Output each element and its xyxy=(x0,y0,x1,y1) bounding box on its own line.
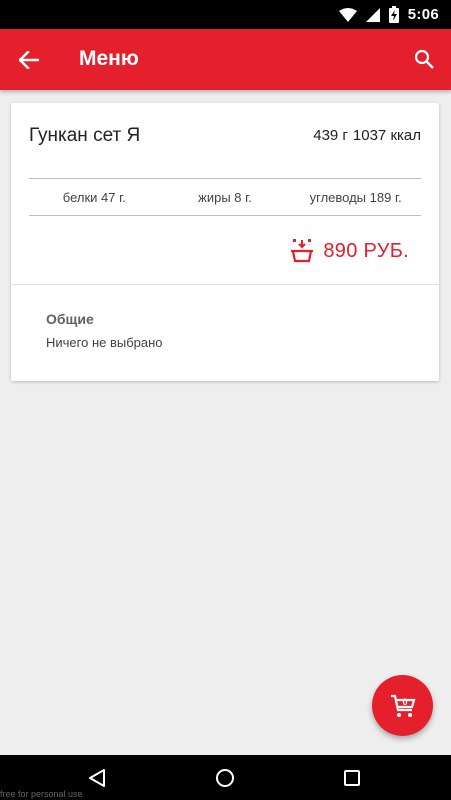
nav-back-button[interactable] xyxy=(86,767,108,789)
watermark: free for personal use xyxy=(0,789,83,799)
wifi-icon xyxy=(338,7,357,22)
home-circle-icon xyxy=(216,769,234,787)
cart-badge-count: 0 xyxy=(402,697,407,707)
nutrition-fats: жиры 8 г. xyxy=(198,189,252,205)
product-name: Гункан сет Я xyxy=(29,125,141,146)
nav-home-button[interactable] xyxy=(214,767,236,789)
product-calories: 1037 ккал xyxy=(352,127,421,144)
product-price: 890 РУБ. xyxy=(323,239,409,262)
section-divider xyxy=(11,284,439,285)
nutrition-row: белки 47 г. жиры 8 г. углеводы 189 г. xyxy=(29,179,421,215)
add-to-cart-button[interactable]: 890 РУБ. xyxy=(291,239,409,263)
back-button[interactable] xyxy=(16,47,42,73)
add-to-basket-icon xyxy=(291,239,314,263)
app-bar: Меню xyxy=(0,29,451,90)
cart-fab[interactable]: 0 xyxy=(372,675,433,736)
search-icon xyxy=(414,49,434,69)
recent-square-icon xyxy=(344,770,360,786)
battery-charging-icon xyxy=(388,6,399,23)
options-title: Общие xyxy=(46,311,94,327)
status-bar: 5:06 xyxy=(0,0,451,29)
arrow-left-icon xyxy=(19,51,39,69)
product-weight: 439 г xyxy=(313,127,348,144)
status-time: 5:06 xyxy=(407,6,439,23)
nutrition-proteins: белки 47 г. xyxy=(62,189,126,205)
page-title: Меню xyxy=(79,47,139,70)
signal-icon xyxy=(365,7,380,22)
product-card: Гункан сет Я 439 г 1037 ккал белки 47 г.… xyxy=(11,103,439,381)
divider xyxy=(29,215,421,216)
cart-icon: 0 xyxy=(390,694,415,717)
back-triangle-icon xyxy=(89,769,105,787)
nutrition-carbs: углеводы 189 г. xyxy=(309,189,402,205)
nav-recent-button[interactable] xyxy=(341,767,363,789)
options-value[interactable]: Ничего не выбрано xyxy=(46,335,163,350)
search-button[interactable] xyxy=(411,46,437,72)
product-meta: 439 г 1037 ккал xyxy=(313,127,421,144)
